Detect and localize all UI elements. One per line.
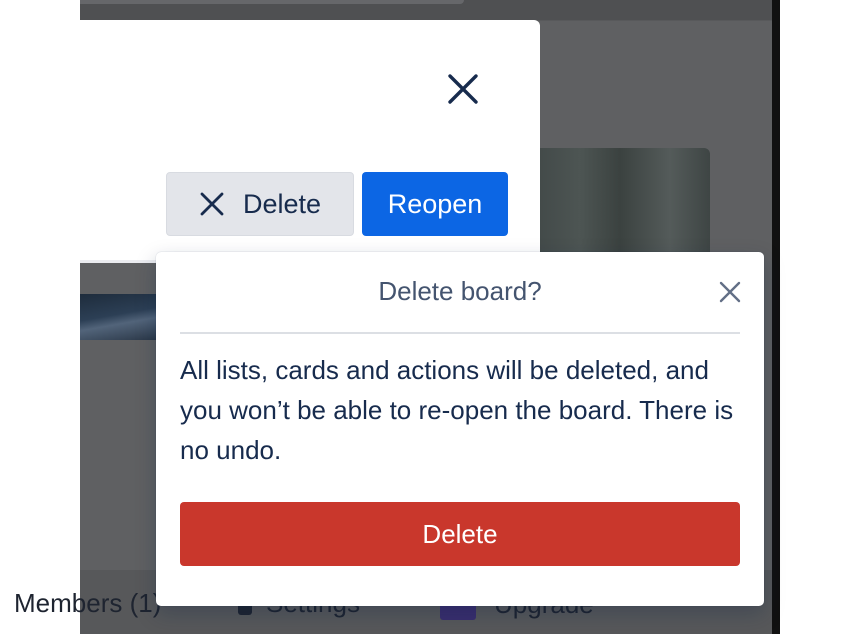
popover-message: All lists, cards and actions will be del… — [180, 355, 734, 465]
confirm-delete-label: Delete — [422, 518, 498, 549]
delete-board-popover: Delete board? All lists, cards and actio… — [156, 252, 764, 606]
popover-close-button[interactable] — [712, 274, 748, 310]
footer-members: Members (1) — [14, 588, 161, 619]
reopen-board-button[interactable]: Reopen — [362, 172, 508, 236]
x-icon — [200, 192, 224, 216]
reopen-button-label: Reopen — [387, 188, 483, 219]
delete-board-button-label: Delete — [242, 188, 322, 219]
confirm-delete-button[interactable]: Delete — [180, 502, 740, 566]
panel-close-button[interactable] — [440, 66, 486, 112]
close-icon — [448, 74, 478, 104]
popover-divider — [180, 332, 740, 334]
window-edge — [772, 0, 780, 634]
footer-members-label: Members (1) — [14, 588, 162, 618]
board-background-photo — [510, 148, 710, 258]
panel-divider — [80, 260, 160, 263]
top-search-bar — [80, 0, 464, 4]
close-icon — [719, 281, 741, 303]
delete-board-button[interactable]: Delete — [166, 172, 354, 236]
popover-title: Delete board? — [378, 276, 542, 306]
